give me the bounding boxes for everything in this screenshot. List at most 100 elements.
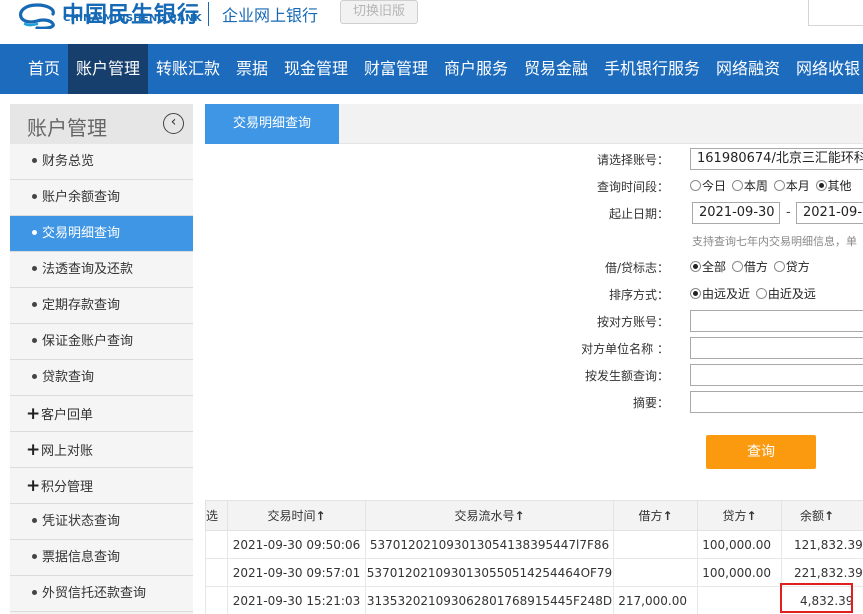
column-header-label: 贷方 bbox=[722, 509, 747, 523]
nav-item-account-management[interactable]: 账户管理 bbox=[68, 44, 148, 94]
nav-item-online-financing[interactable]: 网络融资 bbox=[708, 44, 788, 94]
radio-label: 由近及远 bbox=[767, 287, 816, 301]
column-header-label: 余额 bbox=[800, 509, 825, 523]
period-option-other[interactable]: 其他 bbox=[815, 177, 852, 194]
tab-transaction-detail[interactable]: 交易明细查询 bbox=[205, 104, 339, 144]
nav-item-transfer[interactable]: 转账汇款 bbox=[148, 44, 228, 94]
sidebar-item-loan-query[interactable]: 贷款查询 bbox=[10, 360, 193, 396]
query-button[interactable]: 查询 bbox=[706, 435, 816, 469]
radio-icon bbox=[690, 180, 701, 191]
sidebar-item-points-management[interactable]: +积分管理 bbox=[10, 468, 193, 504]
sort-arrow-icon: ↑ bbox=[662, 509, 673, 523]
column-header-select: 选 bbox=[205, 500, 228, 531]
nav-item-wealth-management[interactable]: 财富管理 bbox=[356, 44, 436, 94]
brand-name-en: CHINA MINSHENG BANK bbox=[63, 13, 202, 24]
sort-option-near-to-far[interactable]: 由近及远 bbox=[755, 285, 816, 302]
row-select-cell[interactable] bbox=[205, 586, 228, 614]
bullet-icon bbox=[32, 590, 37, 595]
switch-old-version-button[interactable]: 切换旧版 bbox=[340, 0, 418, 24]
radio-icon bbox=[731, 180, 743, 191]
cell-time: 2021-09-30 09:50:06 bbox=[227, 530, 366, 559]
radio-checked-icon bbox=[690, 288, 701, 299]
table-row[interactable]: 2021-09-30 09:57:01 53701202109301305505… bbox=[205, 558, 863, 587]
cell-time: 2021-09-30 09:57:01 bbox=[227, 558, 366, 587]
sort-label: 排序方式： bbox=[608, 288, 669, 302]
sidebar-item-financial-overview[interactable]: 财务总览 bbox=[10, 144, 193, 180]
nav-item-trade-finance[interactable]: 贸易金融 bbox=[516, 44, 596, 94]
bullet-icon bbox=[32, 266, 37, 271]
cell-time: 2021-09-30 15:21:03 bbox=[227, 586, 366, 614]
sidebar-item-customer-receipt[interactable]: +客户回单 bbox=[10, 396, 193, 432]
nav-item-online-cashier[interactable]: 网络收银 bbox=[788, 44, 863, 94]
sidebar-item-fixed-deposit[interactable]: 定期存款查询 bbox=[10, 288, 193, 324]
nav-item-bills[interactable]: 票据 bbox=[228, 44, 276, 94]
table-row[interactable]: 2021-09-30 15:21:03 31353202109306280176… bbox=[205, 586, 863, 614]
column-header-serial[interactable]: 交易流水号↑ bbox=[365, 500, 614, 531]
debit-credit-label: 借/贷标志： bbox=[604, 261, 669, 275]
cell-serial: 5370120210930130550514254464OF79 bbox=[365, 558, 614, 587]
counterparty-account-input[interactable] bbox=[690, 310, 863, 332]
radio-label: 今日 bbox=[702, 179, 727, 193]
column-header-credit[interactable]: 贷方↑ bbox=[697, 500, 782, 531]
sidebar-item-label: 客户回单 bbox=[41, 408, 94, 423]
sort-radio-group: 由远及近 由近及远 bbox=[690, 285, 818, 302]
nav-item-home[interactable]: 首页 bbox=[20, 44, 68, 94]
sort-arrow-icon: ↑ bbox=[514, 509, 525, 523]
row-select-cell[interactable] bbox=[205, 558, 228, 587]
sidebar-item-label: 账户余额查询 bbox=[42, 190, 121, 205]
radio-icon bbox=[773, 261, 785, 272]
counterparty-name-input[interactable] bbox=[690, 337, 863, 359]
header-search-box[interactable] bbox=[808, 0, 863, 26]
column-header-balance[interactable]: 余额↑ bbox=[781, 500, 863, 531]
row-select-cell[interactable] bbox=[205, 530, 228, 559]
main-nav: 首页 账户管理 转账汇款 票据 现金管理 财富管理 商户服务 贸易金融 手机银行… bbox=[0, 44, 863, 94]
sort-arrow-icon: ↑ bbox=[824, 509, 835, 523]
dc-option-debit[interactable]: 借方 bbox=[731, 258, 768, 275]
bullet-icon bbox=[32, 554, 37, 559]
sidebar-item-label: 票据信息查询 bbox=[42, 550, 121, 565]
sidebar-item-balance-query[interactable]: 账户余额查询 bbox=[10, 180, 193, 216]
period-option-today[interactable]: 今日 bbox=[690, 177, 726, 194]
sidebar-item-voucher-status[interactable]: 凭证状态查询 bbox=[10, 504, 193, 540]
minsheng-logo-icon bbox=[19, 3, 55, 29]
sidebar-item-label: 外贸信托还款查询 bbox=[42, 586, 147, 601]
sidebar-item-label: 网上对账 bbox=[41, 444, 94, 459]
sidebar-item-bill-info[interactable]: 票据信息查询 bbox=[10, 540, 193, 576]
column-header-time[interactable]: 交易时间↑ bbox=[227, 500, 366, 531]
period-label: 查询时间段： bbox=[596, 180, 669, 194]
sidebar-item-trade-trust-repayment[interactable]: 外贸信托还款查询 bbox=[10, 576, 193, 612]
nav-item-cash-management[interactable]: 现金管理 bbox=[276, 44, 356, 94]
sort-arrow-icon: ↑ bbox=[315, 509, 326, 523]
account-select[interactable]: 161980674/北京三汇能环科 bbox=[690, 148, 863, 170]
radio-label: 其他 bbox=[827, 179, 852, 193]
period-option-week[interactable]: 本周 bbox=[731, 177, 768, 194]
sidebar-item-online-reconciliation[interactable]: +网上对账 bbox=[10, 432, 193, 468]
cell-credit bbox=[697, 586, 782, 614]
nav-item-mobile-banking[interactable]: 手机银行服务 bbox=[596, 44, 708, 94]
sidebar-item-margin-account[interactable]: 保证金账户查询 bbox=[10, 324, 193, 360]
start-date-input[interactable]: 2021-09-30 bbox=[692, 202, 780, 224]
dc-option-credit[interactable]: 贷方 bbox=[773, 258, 810, 275]
table-header-row: 选 交易时间↑ 交易流水号↑ 借方↑ 贷方↑ 余额↑ bbox=[205, 500, 863, 531]
end-date-input[interactable]: 2021-09-3 bbox=[796, 202, 863, 224]
amount-input[interactable] bbox=[690, 364, 863, 386]
table-row[interactable]: 2021-09-30 09:50:06 53701202109301305413… bbox=[205, 530, 863, 559]
sidebar-item-overdraft[interactable]: 法透查询及还款 bbox=[10, 252, 193, 288]
sidebar-item-transaction-detail[interactable]: 交易明细查询 bbox=[10, 216, 193, 252]
dc-option-all[interactable]: 全部 bbox=[690, 258, 726, 275]
radio-label: 全部 bbox=[702, 260, 727, 274]
column-header-debit[interactable]: 借方↑ bbox=[613, 500, 698, 531]
summary-input[interactable] bbox=[690, 391, 863, 413]
bullet-icon bbox=[32, 230, 37, 235]
sort-option-far-to-near[interactable]: 由远及近 bbox=[690, 285, 750, 302]
sidebar-item-label: 贷款查询 bbox=[42, 370, 95, 385]
cell-debit bbox=[613, 558, 698, 587]
period-option-month[interactable]: 本月 bbox=[773, 177, 810, 194]
chevron-left-circle-icon[interactable]: ‹ bbox=[163, 113, 184, 134]
radio-label: 本月 bbox=[785, 179, 810, 193]
account-label: 请选择账号： bbox=[596, 153, 669, 167]
query-hint: 支持查询七年内交易明细信息，单 bbox=[692, 235, 857, 248]
nav-item-merchant-service[interactable]: 商户服务 bbox=[436, 44, 516, 94]
brand-divider bbox=[208, 2, 209, 26]
bullet-icon bbox=[32, 338, 37, 343]
